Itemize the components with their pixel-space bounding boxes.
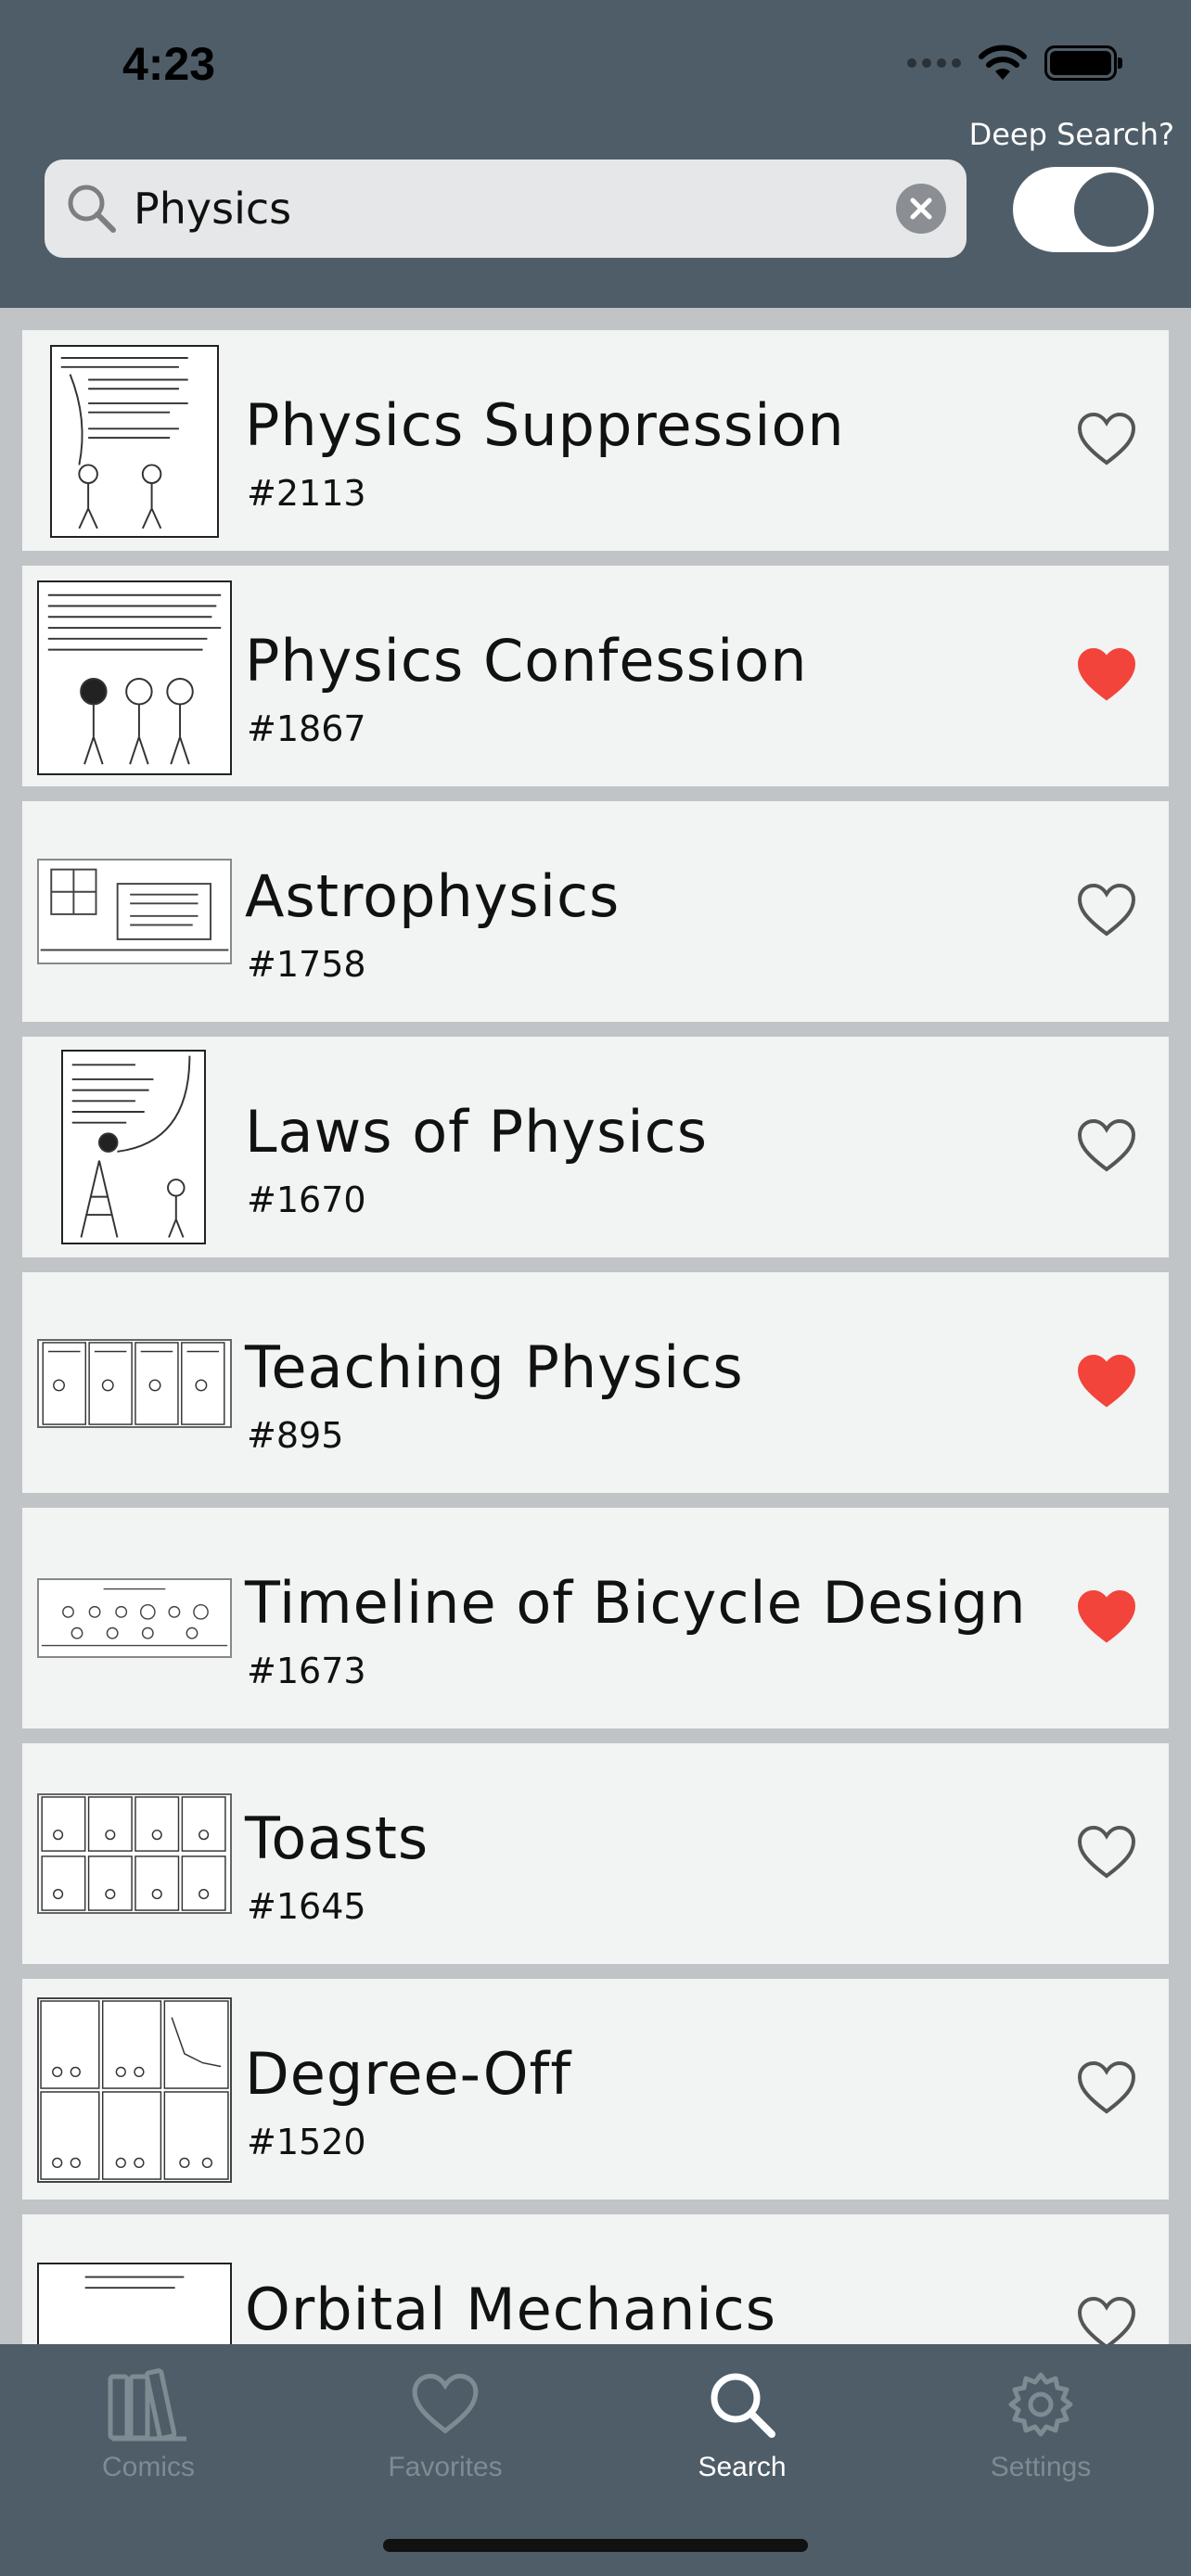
heart-icon[interactable] <box>1076 1118 1137 1174</box>
books-icon <box>108 2368 186 2442</box>
close-icon <box>910 198 932 220</box>
heart-icon[interactable] <box>1076 412 1137 467</box>
comic-thumbnail <box>37 1339 232 1428</box>
deep-search-toggle[interactable] <box>1013 167 1154 252</box>
comic-title: Physics Suppression <box>245 391 845 459</box>
comic-title: Physics Confession <box>245 627 808 695</box>
comic-number: #1520 <box>247 2122 366 2162</box>
tab-favorites[interactable]: Favorites <box>334 2363 557 2502</box>
comic-number: #1673 <box>247 1651 366 1691</box>
comic-number: #1758 <box>247 944 366 985</box>
cellular-signal-icon <box>907 58 961 68</box>
heart-icon[interactable] <box>1076 2060 1137 2116</box>
comic-title: Laws of Physics <box>245 1098 709 1166</box>
comic-row[interactable]: Degree-Off #1520 <box>22 1979 1169 2200</box>
tab-settings[interactable]: Settings <box>929 2363 1152 2502</box>
heart-icon <box>412 2373 479 2434</box>
heart-icon[interactable] <box>1076 1589 1137 1645</box>
comic-title: Teaching Physics <box>245 1333 744 1401</box>
home-indicator <box>383 2539 808 2552</box>
status-time: 4:23 <box>122 38 216 90</box>
search-icon <box>711 2373 775 2438</box>
search-input[interactable] <box>134 174 894 243</box>
tab-label: Settings <box>990 2452 1092 2482</box>
comic-number: #2113 <box>247 473 366 514</box>
deep-search-label: Deep Search? <box>968 117 1174 152</box>
comic-thumbnail <box>37 580 232 775</box>
comic-thumbnail <box>37 2263 232 2344</box>
battery-icon <box>1044 45 1122 81</box>
search-results-list[interactable]: Physics Suppression #2113 Physics Confes… <box>0 308 1191 2344</box>
comic-row[interactable]: Orbital Mechanics <box>22 2214 1169 2344</box>
comic-row[interactable]: Teaching Physics #895 <box>22 1272 1169 1493</box>
comic-number: #1670 <box>247 1180 366 1220</box>
gear-icon <box>1008 2372 1073 2437</box>
comic-number: #1645 <box>247 1886 366 1927</box>
comic-thumbnail <box>37 1793 232 1914</box>
tab-comics[interactable]: Comics <box>37 2363 260 2502</box>
wifi-icon <box>979 45 1027 80</box>
heart-icon[interactable] <box>1076 883 1137 938</box>
comic-thumbnail <box>37 1578 232 1658</box>
heart-icon[interactable] <box>1076 2296 1137 2344</box>
heart-icon[interactable] <box>1076 647 1137 703</box>
comic-title: Degree-Off <box>245 2040 572 2108</box>
heart-icon[interactable] <box>1076 1825 1137 1881</box>
comic-row[interactable]: Timeline of Bicycle Design #1673 <box>22 1508 1169 1728</box>
comic-number: #1867 <box>247 708 366 749</box>
status-icons <box>907 45 1122 82</box>
search-field[interactable] <box>45 159 967 258</box>
heart-icon[interactable] <box>1076 1354 1137 1409</box>
comic-row[interactable]: Laws of Physics #1670 <box>22 1037 1169 1257</box>
comic-number: #895 <box>247 1415 344 1456</box>
comic-row[interactable]: Physics Confession #1867 <box>22 566 1169 786</box>
comic-title: Toasts <box>245 1804 429 1872</box>
tab-search[interactable]: Search <box>631 2363 853 2502</box>
clear-search-button[interactable] <box>896 184 946 234</box>
comic-title: Astrophysics <box>245 862 621 930</box>
comic-title: Orbital Mechanics <box>245 2276 777 2343</box>
comic-thumbnail <box>37 859 232 964</box>
comic-row[interactable]: Toasts #1645 <box>22 1743 1169 1964</box>
comic-thumbnail <box>50 345 219 538</box>
comic-row[interactable]: Astrophysics #1758 <box>22 801 1169 1022</box>
comic-thumbnail <box>37 1997 232 2183</box>
header: 4:23 Deep Search? <box>0 0 1191 308</box>
search-icon <box>68 185 116 233</box>
tab-label: Search <box>698 2452 787 2482</box>
tab-label: Comics <box>101 2452 195 2482</box>
comic-thumbnail <box>61 1050 206 1244</box>
tab-label: Favorites <box>388 2452 503 2482</box>
comic-title: Timeline of Bicycle Design <box>245 1569 1027 1637</box>
comic-row[interactable]: Physics Suppression #2113 <box>22 330 1169 551</box>
toggle-knob <box>1074 172 1148 247</box>
